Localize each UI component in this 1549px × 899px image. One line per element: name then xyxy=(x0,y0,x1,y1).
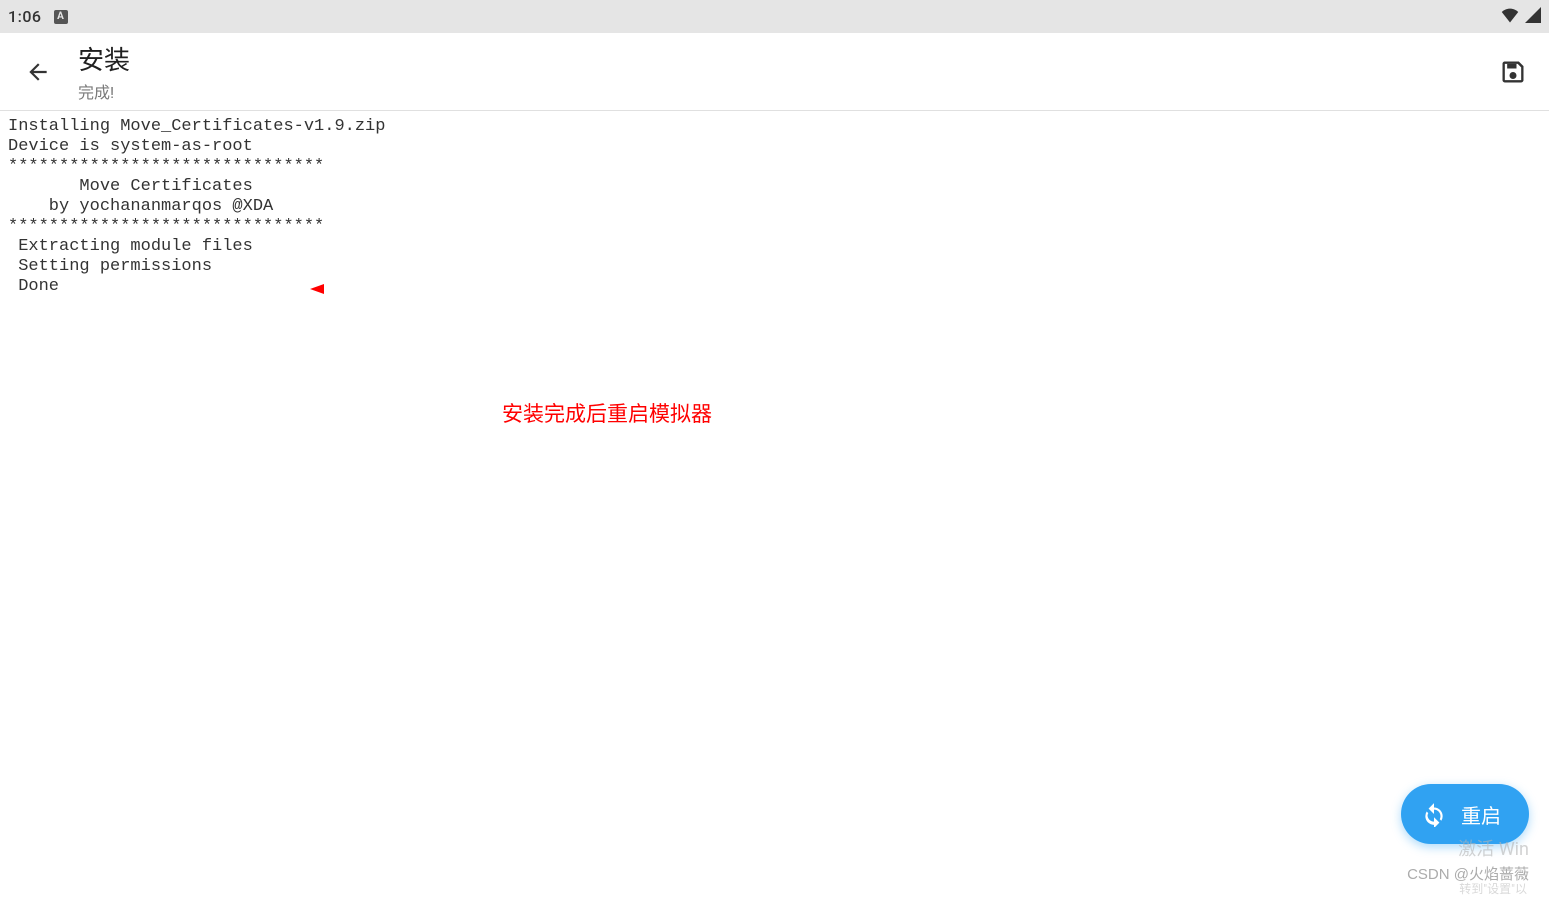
save-icon xyxy=(1499,58,1527,86)
restart-icon xyxy=(1421,801,1447,827)
watermark: 转到"设置"以 xyxy=(1459,880,1527,897)
annotation-text: 安装完成后重启模拟器 xyxy=(502,398,712,428)
wifi-icon xyxy=(1501,7,1519,27)
save-button[interactable] xyxy=(1499,58,1527,86)
reboot-button-label: 重启 xyxy=(1461,800,1501,829)
install-log: Installing Move_Certificates-v1.9.zip De… xyxy=(0,111,1549,303)
reboot-button[interactable]: 重启 xyxy=(1401,784,1529,844)
watermark: CSDN @火焰蔷薇 xyxy=(1407,863,1529,884)
page-title: 安装 xyxy=(78,40,1499,77)
status-time: 1:06 xyxy=(8,7,42,26)
signal-icon xyxy=(1525,7,1541,27)
back-button[interactable] xyxy=(22,56,54,88)
status-bar: 1:06 A xyxy=(0,0,1549,33)
page-subtitle: 完成! xyxy=(78,79,1499,103)
keyboard-indicator-icon: A xyxy=(54,10,68,24)
arrow-left-icon xyxy=(25,59,51,85)
app-bar: 安装 完成! xyxy=(0,33,1549,111)
